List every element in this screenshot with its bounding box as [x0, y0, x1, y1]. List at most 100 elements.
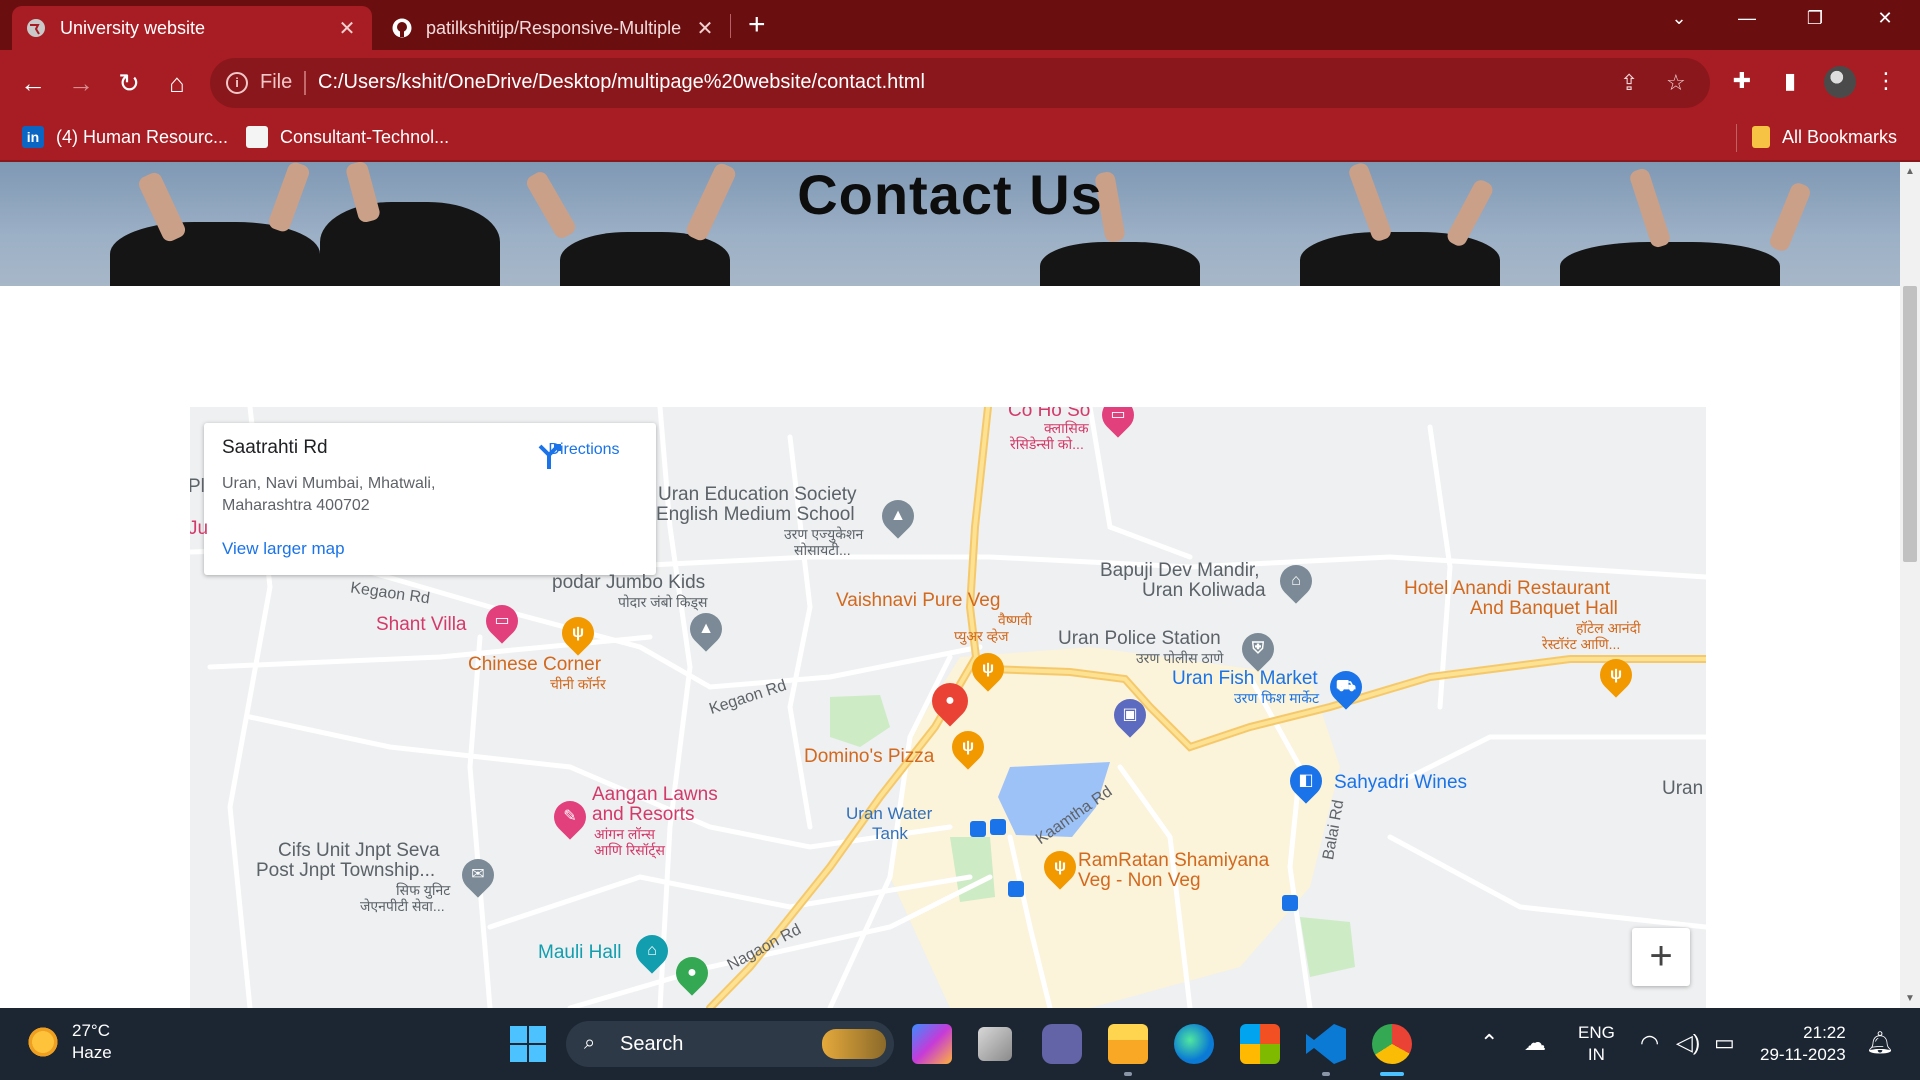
view-larger-map-link[interactable]: View larger map: [222, 539, 345, 559]
wifi-icon[interactable]: ◠: [1640, 1030, 1659, 1056]
close-tab-icon[interactable]: ✕: [694, 16, 716, 41]
site-info-icon[interactable]: i: [226, 72, 248, 94]
running-app-indicator: [1322, 1072, 1330, 1076]
hotel-marker-icon[interactable]: ▭: [479, 598, 525, 644]
resort-marker-icon[interactable]: ✎: [547, 794, 593, 840]
map-label-school: Uran Education Society: [658, 484, 857, 505]
shopping-marker-icon[interactable]: ◧: [1283, 758, 1329, 804]
volume-icon[interactable]: ◁): [1676, 1030, 1700, 1056]
file-explorer-icon[interactable]: [1108, 1024, 1148, 1064]
page-scrollbar[interactable]: ▲ ▼: [1900, 162, 1920, 1008]
map-label-cifs-line2: Post Jnpt Township...: [256, 860, 436, 881]
bookmark-star-icon[interactable]: ☆: [1666, 70, 1686, 96]
bus-stop-icon[interactable]: [990, 819, 1006, 835]
reload-icon[interactable]: ↻: [112, 66, 146, 100]
hero-banner: Contact Us: [0, 162, 1900, 286]
restaurant-marker-icon[interactable]: ψ: [555, 610, 601, 656]
scrollbar-thumb[interactable]: [1903, 286, 1917, 562]
home-icon[interactable]: ⌂: [160, 66, 194, 100]
onedrive-cloud-icon[interactable]: ☁: [1524, 1030, 1546, 1056]
back-arrow-icon[interactable]: ←: [16, 66, 50, 100]
minimize-icon[interactable]: —: [1727, 8, 1767, 29]
close-tab-icon[interactable]: ✕: [336, 16, 358, 41]
microsoft-store-icon[interactable]: [1240, 1024, 1280, 1064]
weather-widget[interactable]: 27°C Haze: [26, 1020, 112, 1064]
park-marker-icon[interactable]: ●: [669, 950, 715, 996]
post-office-marker-icon[interactable]: ✉: [455, 852, 501, 898]
profile-avatar[interactable]: [1824, 66, 1856, 98]
map-sublabel: पोदार जंबो किड्स: [618, 594, 708, 610]
restaurant-marker-icon[interactable]: ψ: [965, 646, 1011, 692]
tab-title: patilkshitijp/Responsive-Multiple: [426, 17, 682, 38]
search-highlight-image: [822, 1029, 886, 1059]
tab-search-chevron-icon[interactable]: ⌄: [1659, 8, 1699, 29]
shopping-marker-icon[interactable]: ⛟: [1323, 664, 1369, 710]
map-label-dominos: Domino's Pizza: [804, 746, 935, 767]
copilot-icon[interactable]: [912, 1024, 952, 1064]
omnibox-divider: [304, 71, 306, 95]
side-panel-icon[interactable]: ▮: [1774, 68, 1806, 94]
url-text[interactable]: C:/Users/kshit/OneDrive/Desktop/multipag…: [318, 71, 925, 94]
teams-chat-icon[interactable]: [1042, 1024, 1082, 1064]
weather-temperature: 27°C: [72, 1021, 110, 1040]
folder-icon: [1752, 126, 1770, 148]
restore-icon[interactable]: ❐: [1795, 8, 1835, 29]
police-marker-icon[interactable]: ⛨: [1235, 626, 1281, 672]
map-sublabel: प्युअर व्हेज: [954, 628, 1009, 644]
restaurant-marker-icon[interactable]: ψ: [1037, 844, 1083, 890]
vscode-icon[interactable]: [1306, 1024, 1346, 1064]
clock-time: 21:22: [1803, 1023, 1846, 1042]
location-pin-icon[interactable]: ●: [924, 675, 976, 727]
show-hidden-icons-chevron[interactable]: ⌃: [1480, 1030, 1498, 1056]
scroll-down-icon[interactable]: ▼: [1900, 993, 1920, 1004]
battery-icon[interactable]: ▭: [1714, 1030, 1735, 1056]
search-icon: ⌕: [584, 1032, 596, 1054]
map-edge-label: Ju: [190, 518, 209, 539]
bookmark-consultant-technology[interactable]: Consultant-Technol...: [246, 126, 449, 148]
running-app-indicator: [1124, 1072, 1132, 1076]
extensions-puzzle-icon[interactable]: ✚: [1726, 68, 1758, 94]
tab-strip: University website ✕ patilkshitijp/Respo…: [0, 0, 1920, 50]
address-bar[interactable]: i File C:/Users/kshit/OneDrive/Desktop/m…: [210, 58, 1710, 108]
directions-button[interactable]: Directions: [534, 441, 634, 469]
chrome-icon[interactable]: [1372, 1024, 1412, 1064]
share-icon[interactable]: ⇪: [1620, 70, 1638, 96]
temple-marker-icon[interactable]: ⌂: [1273, 558, 1319, 604]
map-sublabel: उरण पोलीस ठाणे: [1136, 650, 1224, 666]
embedded-map[interactable]: Saatrahti Rd Uran, Navi Mumbai, Mhatwali…: [190, 407, 1706, 1008]
bookmark-human-resources[interactable]: in (4) Human Resourc...: [22, 126, 228, 148]
taskbar-search-box[interactable]: ⌕ Search: [566, 1021, 894, 1067]
system-clock[interactable]: 21:22 29-11-2023: [1760, 1022, 1846, 1066]
menu-kebab-icon[interactable]: ⋮: [1870, 68, 1902, 94]
haze-weather-icon: [26, 1025, 60, 1059]
map-sublabel: हॉटेल आनंदी: [1576, 620, 1641, 636]
close-window-icon[interactable]: ✕: [1865, 8, 1905, 29]
restaurant-marker-icon[interactable]: ψ: [945, 724, 991, 770]
notification-bell-icon[interactable]: 🔔︎: [1866, 1030, 1894, 1056]
tab-github-repo[interactable]: patilkshitijp/Responsive-Multiple ✕: [378, 6, 730, 50]
school-marker-icon[interactable]: ▲: [683, 606, 729, 652]
bus-station-marker-icon[interactable]: ▣: [1107, 692, 1153, 738]
new-tab-button[interactable]: +: [748, 10, 766, 40]
forward-arrow-icon[interactable]: →: [64, 66, 98, 100]
school-marker-icon[interactable]: ▲: [875, 493, 921, 539]
restaurant-marker-icon[interactable]: ψ: [1593, 652, 1639, 698]
edge-browser-icon[interactable]: [1174, 1024, 1214, 1064]
map-label-hotel-anandi: Hotel Anandi Restaurant: [1404, 578, 1610, 599]
scroll-up-icon[interactable]: ▲: [1900, 166, 1920, 177]
page-viewport: Contact Us Saatrahti Rd Uran, Navi Mumba…: [0, 162, 1900, 1008]
tab-university-website[interactable]: University website ✕: [12, 6, 372, 50]
zoom-in-button[interactable]: +: [1632, 928, 1690, 986]
hall-marker-icon[interactable]: ⌂: [629, 928, 675, 974]
hero-graduate: [560, 232, 730, 286]
bus-stop-icon[interactable]: [1282, 895, 1298, 911]
input-language[interactable]: ENG IN: [1578, 1022, 1615, 1066]
map-label-uran: Uran: [1662, 778, 1704, 799]
task-view-icon[interactable]: [978, 1027, 1012, 1061]
windows-start-icon[interactable]: [508, 1024, 548, 1064]
bus-stop-icon[interactable]: [1008, 881, 1024, 897]
all-bookmarks-button[interactable]: All Bookmarks: [1752, 126, 1897, 148]
map-sublabel: रेस्टॉरंट आणि...: [1542, 636, 1621, 652]
map-label-ramratan: RamRatan Shamiyana: [1078, 850, 1270, 871]
bus-stop-icon[interactable]: [970, 821, 986, 837]
